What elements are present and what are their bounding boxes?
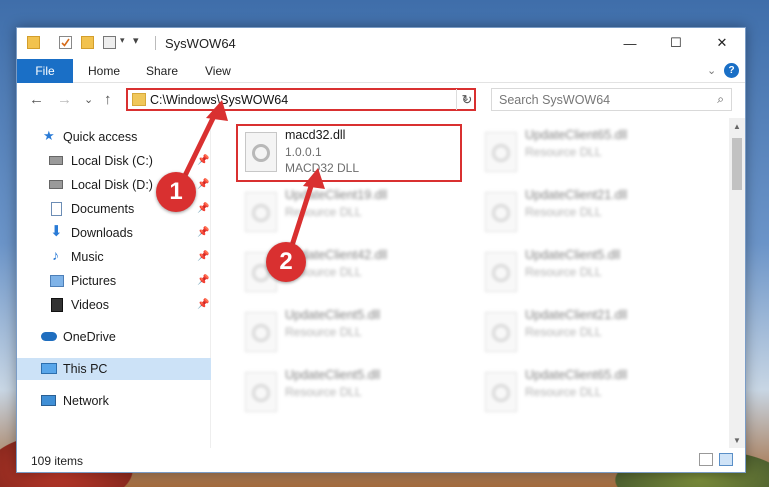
callout-1-arrowhead bbox=[206, 100, 228, 121]
callout-2-arrowhead bbox=[303, 168, 325, 189]
callout-2-badge: 2 bbox=[266, 242, 306, 282]
callout-arrows bbox=[175, 100, 325, 259]
callout-1-badge: 1 bbox=[156, 172, 196, 212]
